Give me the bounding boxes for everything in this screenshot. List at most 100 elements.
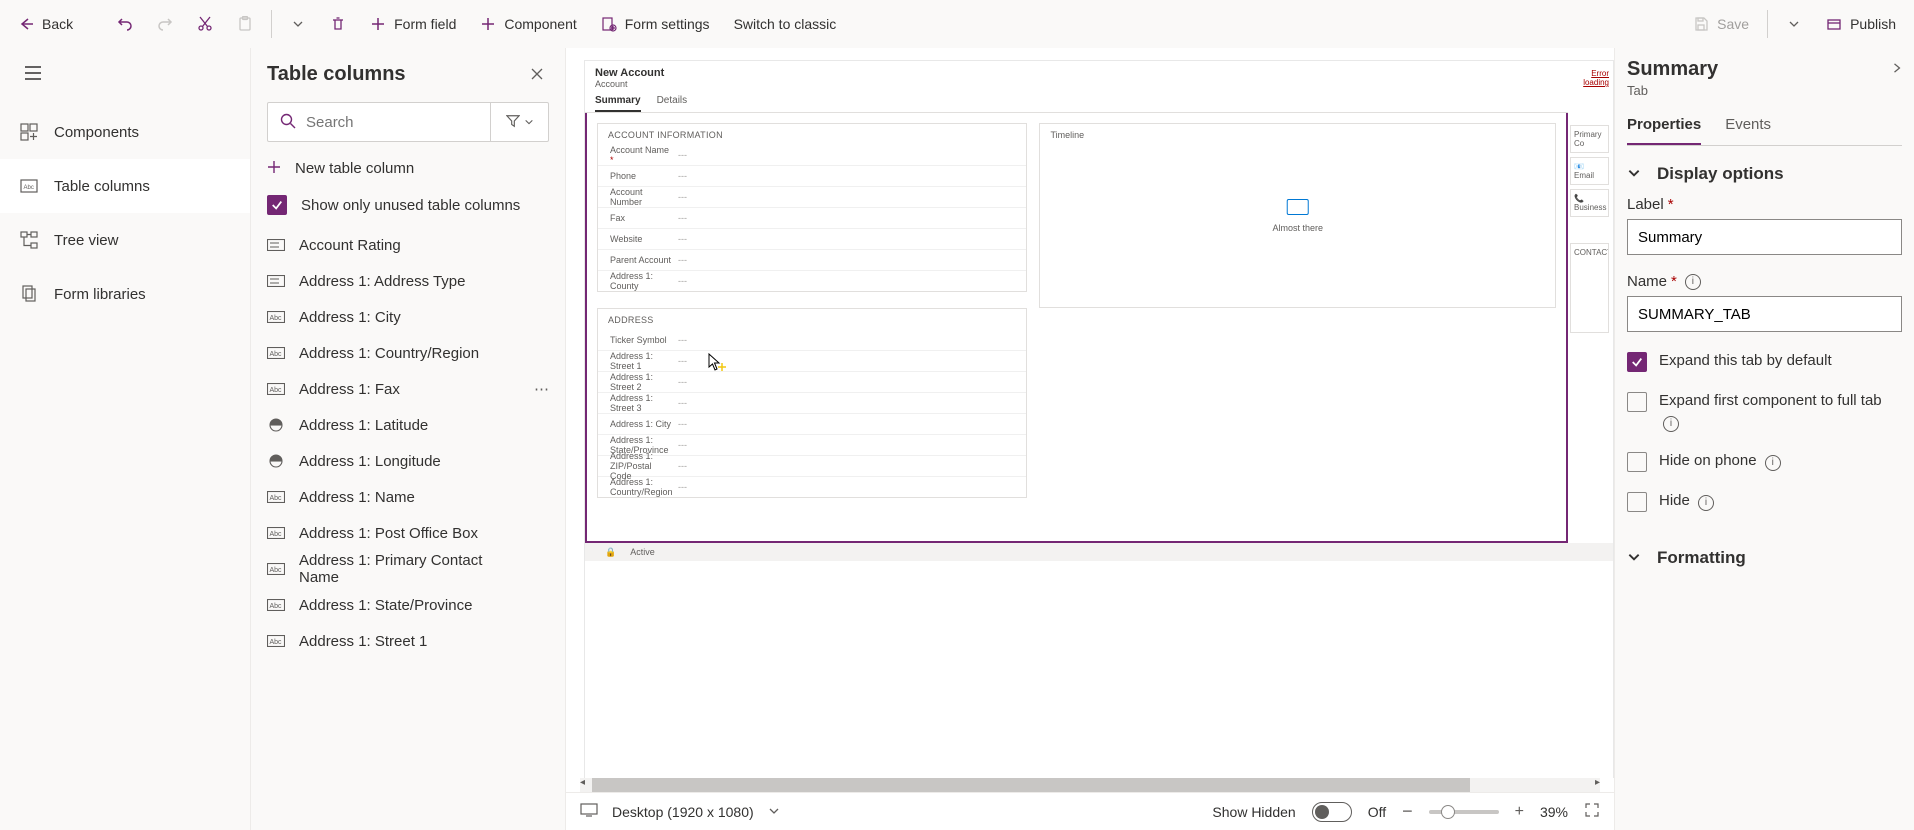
undo-icon [117,16,133,32]
cut-button[interactable] [187,6,223,42]
info-icon[interactable]: i [1685,274,1701,290]
delete-button[interactable] [320,6,356,42]
info-icon[interactable]: i [1765,455,1781,471]
form-field-row[interactable]: Ticker Symbol--- [598,329,1026,350]
nav-components[interactable]: Components [0,105,250,159]
viewport-label[interactable]: Desktop (1920 x 1080) [612,804,754,820]
switch-to-classic-button[interactable]: Switch to classic [724,6,847,42]
column-item[interactable]: Account Rating⋯ [251,227,565,263]
column-label: Address 1: State/Province [299,597,472,614]
display-options-accordion[interactable]: Display options [1627,164,1902,184]
back-button[interactable]: Back [8,6,83,42]
redo-button[interactable] [147,6,183,42]
prop-tab-properties[interactable]: Properties [1627,116,1701,145]
section-timeline[interactable]: Timeline Almost there [1039,123,1556,308]
close-panel-button[interactable] [525,62,549,86]
section-address[interactable]: ADDRESS Ticker Symbol---Address 1: Stree… [597,308,1027,498]
column-item[interactable]: AbcAddress 1: Post Office Box⋯ [251,515,565,551]
zoom-slider[interactable] [1429,810,1499,814]
checkbox-icon[interactable] [1627,492,1647,512]
undo-button[interactable] [107,6,143,42]
save-dropdown[interactable] [1776,6,1812,42]
expand-default-checkbox-row[interactable]: Expand this tab by default [1627,350,1902,372]
form-tab-summary[interactable]: Summary [595,95,641,112]
form-field-row[interactable]: Parent Account--- [598,249,1026,270]
publish-button[interactable]: Publish [1816,6,1906,42]
column-item[interactable]: Address 1: Address Type⋯ [251,263,565,299]
left-navigation: Components Abc Table columns Tree view F… [0,48,250,830]
form-field-row[interactable]: Phone--- [598,165,1026,186]
show-hidden-toggle[interactable] [1312,802,1352,822]
form-field-row[interactable]: Fax--- [598,207,1026,228]
paste-button[interactable] [227,6,263,42]
more-icon[interactable]: ⋯ [534,380,549,398]
collapse-panel-button[interactable] [1892,61,1902,78]
form-field-row[interactable]: Website--- [598,228,1026,249]
formatting-accordion[interactable]: Formatting [1627,548,1902,568]
column-item[interactable]: Address 1: Latitude⋯ [251,407,565,443]
horizontal-scrollbar[interactable]: ◂ ▸ [580,778,1600,792]
expand-first-checkbox-row[interactable]: Expand first component to full tab i [1627,390,1902,432]
primary-contact-card[interactable]: Primary Co [1570,125,1609,153]
prop-tab-events[interactable]: Events [1725,116,1771,145]
business-card[interactable]: 📞 Business [1570,189,1609,217]
paste-dropdown[interactable] [280,6,316,42]
column-item[interactable]: AbcAddress 1: City⋯ [251,299,565,335]
section-account-info[interactable]: ACCOUNT INFORMATION Account Name *---Pho… [597,123,1027,292]
form-field-row[interactable]: Address 1: County--- [598,270,1026,291]
filter-button[interactable] [490,103,548,141]
form-field-row[interactable]: Address 1: Country/Region--- [598,476,1026,497]
form-canvas[interactable]: New Account Account Summary Details ACCO… [584,60,1614,778]
column-item[interactable]: AbcAddress 1: State/Province⋯ [251,587,565,623]
chevron-down-icon [1786,16,1802,32]
fit-to-screen-button[interactable] [1584,802,1600,821]
save-button[interactable]: Save [1683,6,1759,42]
nav-form-libraries[interactable]: Form libraries [0,267,250,321]
column-item[interactable]: AbcAddress 1: Country/Region⋯ [251,335,565,371]
nav-tree-view[interactable]: Tree view [0,213,250,267]
column-item[interactable]: AbcAddress 1: Name⋯ [251,479,565,515]
chevron-down-icon[interactable] [768,804,780,820]
form-field-row[interactable]: Account Name *--- [598,144,1026,165]
publish-icon [1826,16,1842,32]
checkbox-icon[interactable] [1627,392,1647,412]
display-options-label: Display options [1657,164,1784,184]
column-item[interactable]: AbcAddress 1: Fax⋯ [251,371,565,407]
hide-checkbox-row[interactable]: Hide i [1627,490,1902,512]
checkbox-icon[interactable] [1627,352,1647,372]
zoom-in-button[interactable]: + [1515,803,1524,821]
info-icon[interactable]: i [1663,416,1679,432]
column-item[interactable]: AbcAddress 1: Street 1⋯ [251,623,565,659]
info-icon[interactable]: i [1698,495,1714,511]
form-field-row[interactable]: Address 1: Street 1--- [598,350,1026,371]
column-label: Address 1: Latitude [299,417,428,434]
form-field-row[interactable]: Account Number--- [598,186,1026,207]
checkbox-icon[interactable] [267,195,287,215]
column-item[interactable]: Address 1: Longitude⋯ [251,443,565,479]
search-input[interactable] [306,103,478,141]
form-field-row[interactable]: Address 1: Street 3--- [598,392,1026,413]
form-tab-details[interactable]: Details [657,95,688,112]
search-input-wrap[interactable] [268,103,490,141]
form-field-row[interactable]: Address 1: City--- [598,413,1026,434]
trash-icon [330,16,346,32]
zoom-out-button[interactable]: − [1402,801,1413,822]
error-loading-link[interactable]: Error loading [1570,69,1609,87]
new-table-column-button[interactable]: New table column [251,152,565,187]
email-card[interactable]: 📧 Email [1570,157,1609,185]
nav-table-columns[interactable]: Abc Table columns [0,159,250,213]
hamburger-button[interactable] [0,66,250,105]
name-input[interactable] [1627,296,1902,332]
checkbox-icon[interactable] [1627,452,1647,472]
column-list[interactable]: Account Rating⋯Address 1: Address Type⋯A… [251,227,565,830]
unused-only-checkbox-row[interactable]: Show only unused table columns [251,187,565,227]
form-field-row[interactable]: Address 1: ZIP/Postal Code--- [598,455,1026,476]
add-form-field-button[interactable]: Form field [360,6,466,42]
column-item[interactable]: AbcAddress 1: Primary Contact Name⋯ [251,551,565,587]
form-settings-button[interactable]: Form settings [591,6,720,42]
hide-phone-checkbox-row[interactable]: Hide on phone i [1627,450,1902,472]
contacts-card[interactable]: CONTACTS [1570,243,1609,333]
form-field-row[interactable]: Address 1: Street 2--- [598,371,1026,392]
label-input[interactable] [1627,219,1902,255]
add-component-button[interactable]: Component [470,6,586,42]
